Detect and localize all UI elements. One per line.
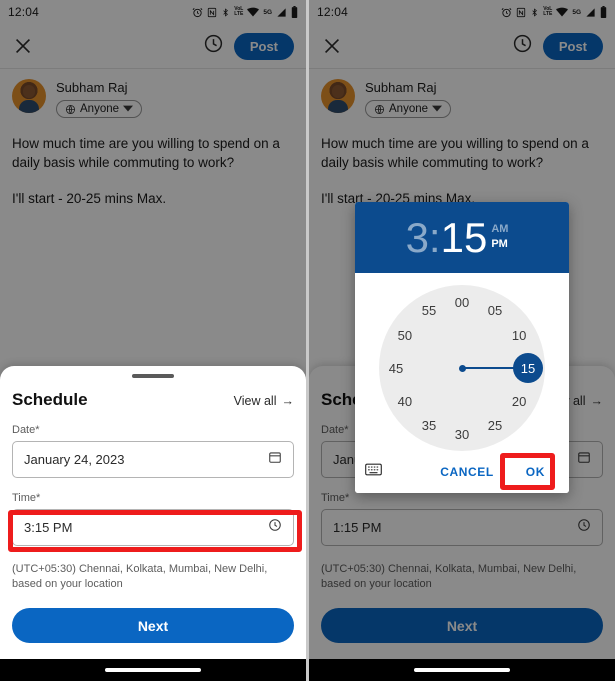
cancel-button[interactable]: CANCEL xyxy=(430,459,504,485)
period-am-option[interactable]: AM xyxy=(491,222,508,237)
period-pm-option[interactable]: PM xyxy=(491,237,508,252)
system-nav-bar xyxy=(0,659,306,681)
ok-button[interactable]: OK xyxy=(512,459,559,485)
dial-number-45[interactable]: 45 xyxy=(382,354,410,382)
dial-number-00[interactable]: 00 xyxy=(448,288,476,316)
time-picker-minute[interactable]: 15 xyxy=(441,214,488,261)
dial-center-dot xyxy=(458,364,466,372)
calendar-icon xyxy=(268,450,282,469)
date-field[interactable]: January 24, 2023 xyxy=(12,441,294,478)
date-field-label: Date* xyxy=(12,424,40,436)
dial-hand xyxy=(462,367,520,369)
time-picker-display: 3:15 xyxy=(406,213,488,261)
view-all-label: View all xyxy=(233,394,277,408)
time-picker-separator: : xyxy=(428,213,441,261)
dial-number-50[interactable]: 50 xyxy=(391,321,419,349)
phone-screen-left: 12:04 VoL LTE 5G Post Subham Raj Anyone … xyxy=(0,0,306,681)
minute-dial[interactable]: 00 05 10 15 20 25 30 35 40 45 50 55 xyxy=(379,285,545,451)
time-field-label: Time* xyxy=(12,492,41,504)
next-button[interactable]: Next xyxy=(12,608,294,643)
schedule-bottom-sheet: Schedule View all → Date* January 24, 20… xyxy=(0,366,306,659)
nav-home-pill[interactable] xyxy=(105,668,201,672)
dial-number-10[interactable]: 10 xyxy=(505,321,533,349)
page-title: Schedule xyxy=(12,390,88,409)
time-field[interactable]: 3:15 PM xyxy=(12,509,294,546)
dial-number-35[interactable]: 35 xyxy=(415,411,443,439)
time-picker-footer: CANCEL OK xyxy=(355,451,569,493)
sheet-title-row: Schedule View all → xyxy=(12,390,294,410)
view-all-link[interactable]: View all → xyxy=(234,394,294,408)
arrow-right-icon: → xyxy=(281,394,295,408)
phone-screen-right: 12:04 VoL LTE 5G Post Subham Raj Anyone … xyxy=(309,0,615,681)
clock-icon xyxy=(268,518,282,537)
time-picker-header: 3:15 AM PM xyxy=(355,202,569,273)
time-picker-period-toggle: AM PM xyxy=(491,222,508,254)
dial-number-20[interactable]: 20 xyxy=(505,387,533,415)
system-nav-bar xyxy=(309,659,615,681)
sheet-drag-handle[interactable] xyxy=(132,374,174,378)
left-phone-screenshot: 12:04 VoL LTE 5G Post Subham Raj Anyone … xyxy=(0,0,306,681)
timezone-note: (UTC+05:30) Chennai, Kolkata, Mumbai, Ne… xyxy=(12,563,268,590)
date-field-value: January 24, 2023 xyxy=(24,452,125,467)
screenshot-stage: 12:04 VoL LTE 5G Post Subham Raj Anyone … xyxy=(0,0,615,681)
time-field-value: 3:15 PM xyxy=(24,520,73,535)
nav-home-pill[interactable] xyxy=(414,668,510,672)
time-picker-body: 00 05 10 15 20 25 30 35 40 45 50 55 xyxy=(355,273,569,451)
dial-number-15[interactable]: 15 xyxy=(513,353,543,383)
right-phone-screenshot: 12:04 VoL LTE 5G Post Subham Raj Anyone … xyxy=(309,0,615,681)
dial-number-55[interactable]: 55 xyxy=(415,297,443,325)
dial-number-40[interactable]: 40 xyxy=(391,387,419,415)
keyboard-icon[interactable] xyxy=(365,463,382,481)
dial-number-25[interactable]: 25 xyxy=(481,411,509,439)
time-picker-actions: CANCEL OK xyxy=(430,459,559,485)
time-picker-dialog: 3:15 AM PM 00 05 10 15 20 25 30 35 40 45 50 55 xyxy=(355,202,569,493)
dial-number-30[interactable]: 30 xyxy=(448,420,476,448)
time-picker-hour[interactable]: 3 xyxy=(406,214,429,261)
